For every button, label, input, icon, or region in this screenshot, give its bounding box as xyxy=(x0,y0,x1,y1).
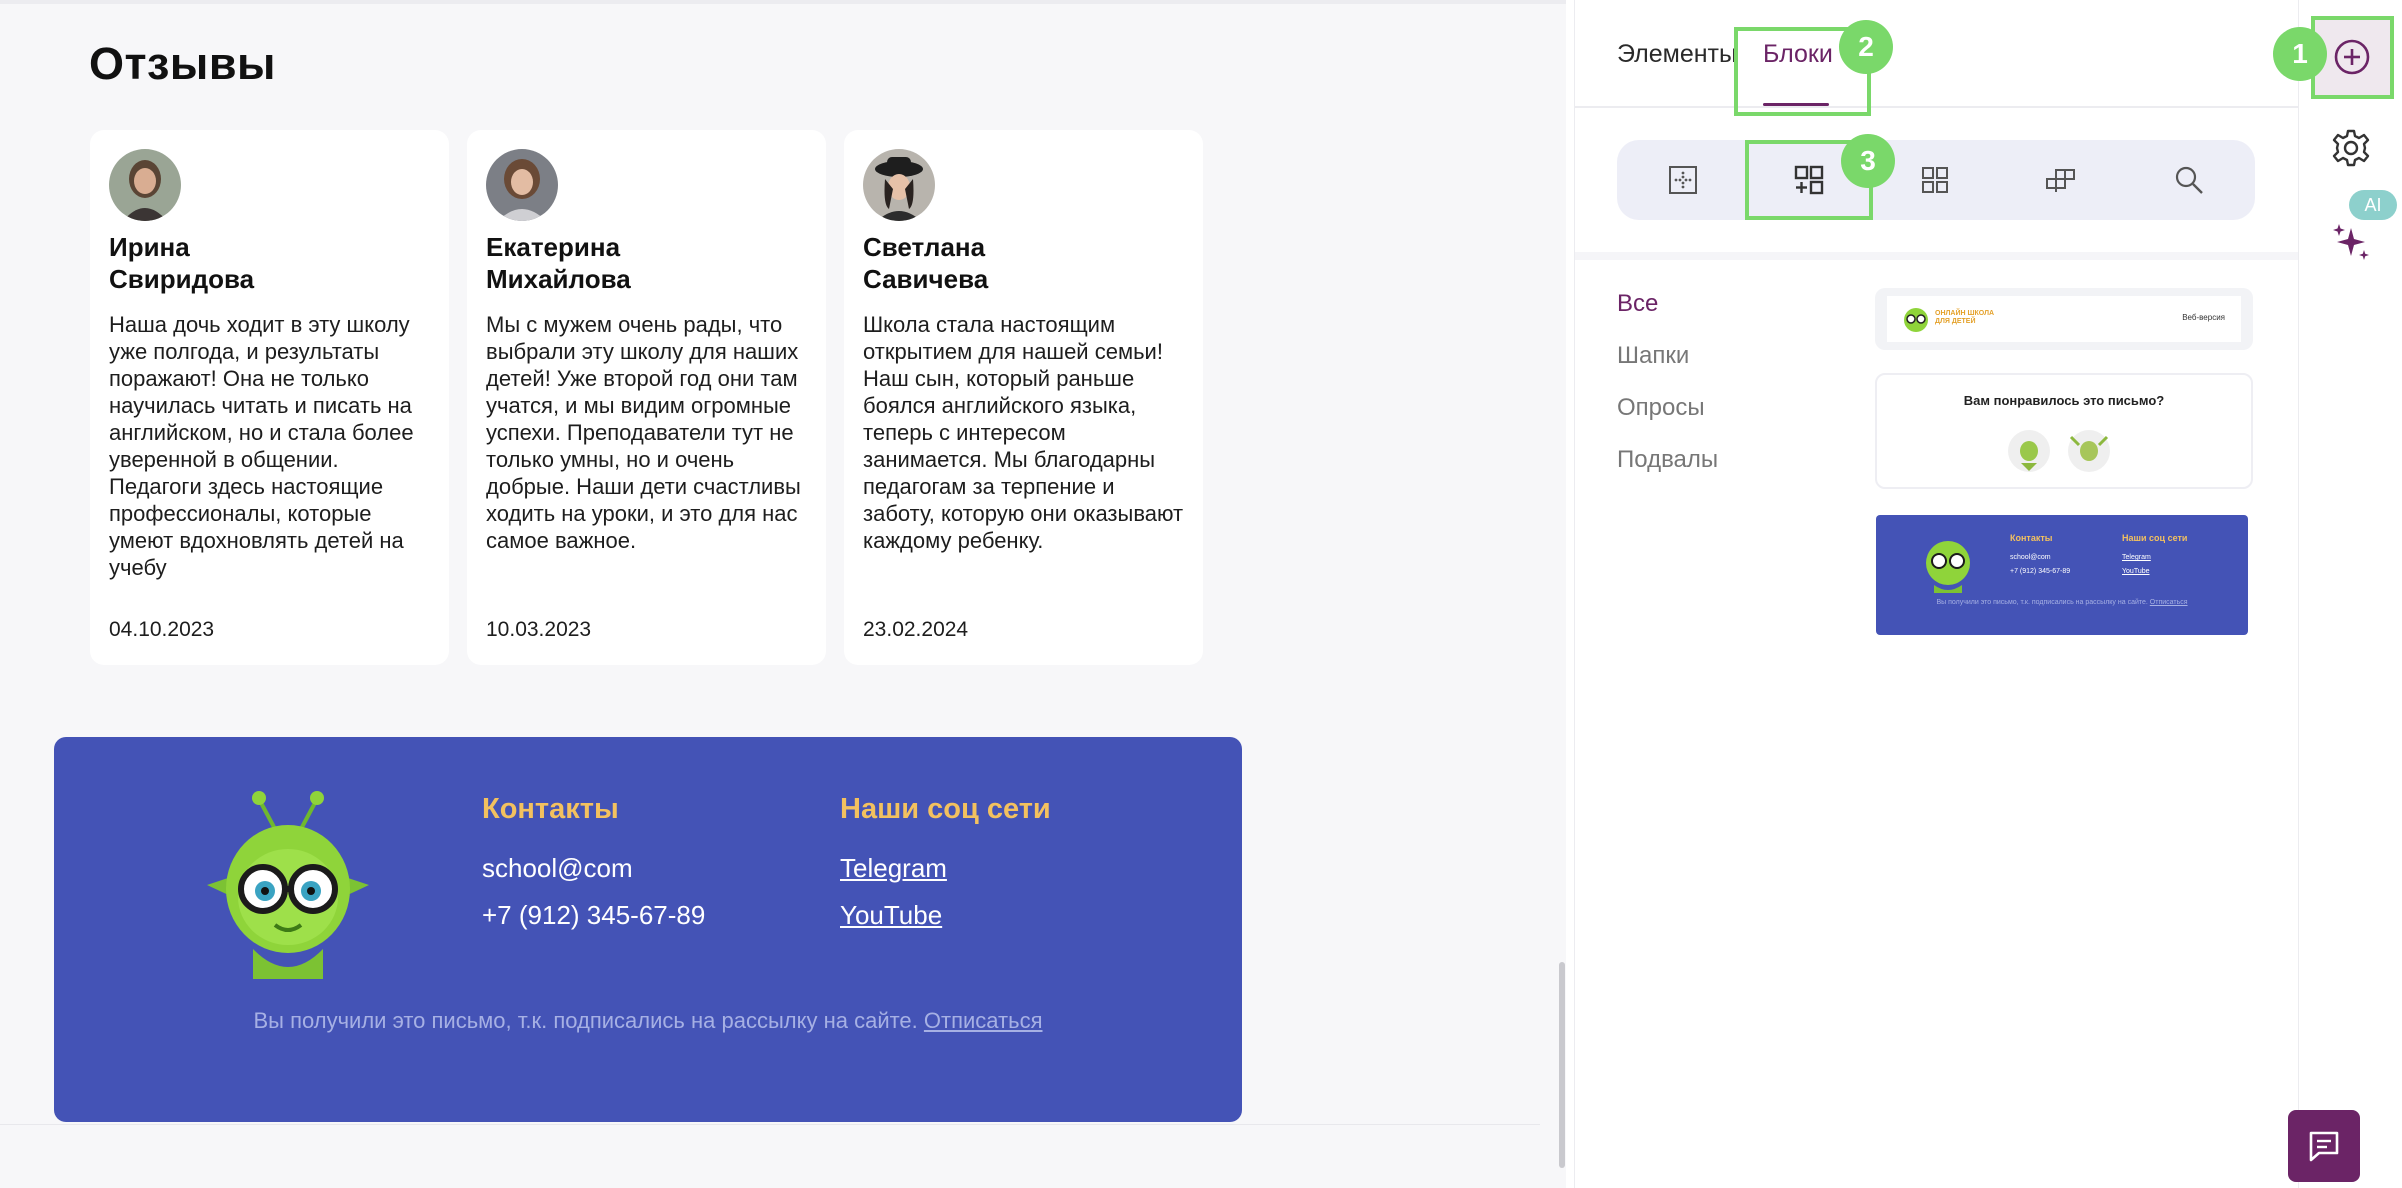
email-canvas[interactable]: Отзывы Ирина Свиридова Наша дочь ходит в… xyxy=(0,0,1566,1188)
review-card[interactable]: Ирина Свиридова Наша дочь ходит в эту шк… xyxy=(90,130,449,665)
reviewer-avatar xyxy=(863,149,935,221)
reviewer-name: Ирина Свиридова xyxy=(109,232,255,294)
thumb-footer-unsub: Отписаться xyxy=(2149,599,2188,606)
chat-support-button[interactable] xyxy=(2288,1110,2360,1182)
grid-dotted-button[interactable] xyxy=(1657,154,1709,206)
block-thumbnail-header[interactable]: ОНЛАЙН ШКОЛА ДЛЯ ДЕТЕЙ Веб-версия xyxy=(1875,288,2253,350)
mascot-thumb-icon xyxy=(1926,541,1970,593)
review-date: 04.10.2023 xyxy=(109,618,215,641)
category-surveys[interactable]: Опросы xyxy=(1617,394,1705,422)
panel-tabs: Элементы Блоки xyxy=(1575,0,2299,108)
step-marker-3: 3 xyxy=(1841,134,1895,188)
mascot-thumb-icon xyxy=(1904,308,1928,332)
chat-icon xyxy=(2309,1131,2339,1162)
dislike-mascot-icon xyxy=(2068,430,2110,472)
footer-email: school@com xyxy=(482,853,633,883)
footer-note-text: Вы получили это письмо, т.к. подписались… xyxy=(253,1008,918,1033)
youtube-link[interactable]: YouTube xyxy=(840,900,942,931)
blocks-panel: Элементы Блоки Все Шапки Опросы Подвалы … xyxy=(1574,0,2299,1188)
thumb-survey-question: Вам понравилось это письмо? xyxy=(1963,393,2165,408)
review-text: Мы с мужем очень рады, что выбрали эту ш… xyxy=(486,312,801,553)
canvas-top-divider xyxy=(0,0,1566,4)
email-footer-block[interactable]: Контакты school@com +7 (912) 345-67-89 Н… xyxy=(54,737,1242,1122)
reviewer-avatar xyxy=(486,149,558,221)
canvas-bottom-divider xyxy=(0,1124,1540,1125)
category-headers[interactable]: Шапки xyxy=(1617,342,1689,370)
step-marker-1: 1 xyxy=(2273,27,2327,81)
review-text: Школа стала настоящим открытием для наше… xyxy=(863,312,1184,553)
thumb-footer-email: school@com xyxy=(2010,554,2051,561)
block-type-toolbar xyxy=(1617,140,2255,220)
unsubscribe-link[interactable]: Отписаться xyxy=(924,1008,1043,1033)
telegram-link[interactable]: Telegram xyxy=(840,853,947,884)
reviewer-name: Светлана Савичева xyxy=(863,232,989,294)
thumb-footer-phone: +7 (912) 345-67-89 xyxy=(2010,568,2071,575)
layout-blocks-icon xyxy=(2046,169,2075,192)
thumb-brand-text: ОНЛАЙН ШКОЛА ДЛЯ ДЕТЕЙ xyxy=(1935,310,1995,325)
step-marker-2: 2 xyxy=(1839,20,1893,74)
review-date: 23.02.2024 xyxy=(863,618,969,641)
review-card[interactable]: Светлана Савичева Школа стала настоящим … xyxy=(844,130,1203,665)
reviewer-avatar xyxy=(109,149,181,221)
block-thumbnail-footer[interactable]: Контакты school@com +7 (912) 345-67-89 Н… xyxy=(1876,515,2248,635)
review-date: 10.03.2023 xyxy=(486,618,592,641)
sparkle-icon[interactable] xyxy=(2331,222,2371,262)
block-thumbnail-survey[interactable]: Вам понравилось это письмо? xyxy=(1875,373,2253,489)
grid-dotted-icon xyxy=(1669,166,1697,194)
thumb-footer-telegram: Telegram xyxy=(2122,554,2151,561)
review-text: Наша дочь ходит в эту школу уже полгода,… xyxy=(109,312,414,580)
grid-four-button[interactable] xyxy=(1909,154,1961,206)
layout-blocks-button[interactable] xyxy=(2035,154,2087,206)
ai-badge: AI xyxy=(2349,190,2397,220)
reviews-title: Отзывы xyxy=(89,38,276,89)
alien-mascot-image xyxy=(207,791,369,979)
thumb-footer-social: Наши соц сети xyxy=(2122,533,2188,543)
category-footers[interactable]: Подвалы xyxy=(1617,446,1718,474)
panel-divider xyxy=(1575,252,2299,260)
search-button[interactable] xyxy=(2163,154,2215,206)
canvas-scrollbar[interactable] xyxy=(1559,962,1565,1168)
review-card[interactable]: Екатерина Михайлова Мы с мужем очень рад… xyxy=(467,130,826,665)
footer-contacts-title: Контакты xyxy=(482,793,619,825)
footer-phone: +7 (912) 345-67-89 xyxy=(482,900,706,930)
reviewer-name: Екатерина Михайлова xyxy=(486,232,631,294)
grid-four-icon xyxy=(1922,167,1948,193)
footer-social-title: Наши соц сети xyxy=(840,793,1051,825)
footer-note: Вы получили это письмо, т.к. подписались… xyxy=(54,1008,1242,1034)
gear-icon[interactable] xyxy=(2331,128,2371,168)
thumb-footer-youtube: YouTube xyxy=(2122,568,2150,575)
thumb-footer-note: Вы получили это письмо, т.к. подписались… xyxy=(1876,599,2248,606)
thumb-web-version: Веб-версия xyxy=(2182,313,2225,322)
thumb-footer-contacts: Контакты xyxy=(2010,533,2053,543)
tab-elements[interactable]: Элементы xyxy=(1617,40,1737,69)
category-all[interactable]: Все xyxy=(1617,290,1658,318)
like-mascot-icon xyxy=(2008,430,2050,472)
right-rail: AI xyxy=(2298,0,2402,1188)
search-icon xyxy=(2175,166,2203,194)
thumb-footer-note-text: Вы получили это письмо, т.к. подписались… xyxy=(1936,599,2148,606)
